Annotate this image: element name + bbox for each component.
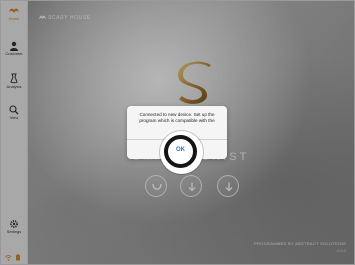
ok-button[interactable]: OK: [169, 146, 192, 155]
dialog-message: Connected to new device. Set up the prog…: [139, 112, 215, 123]
app-screen: Home Customer Analysis View Settings SCA…: [0, 0, 355, 265]
